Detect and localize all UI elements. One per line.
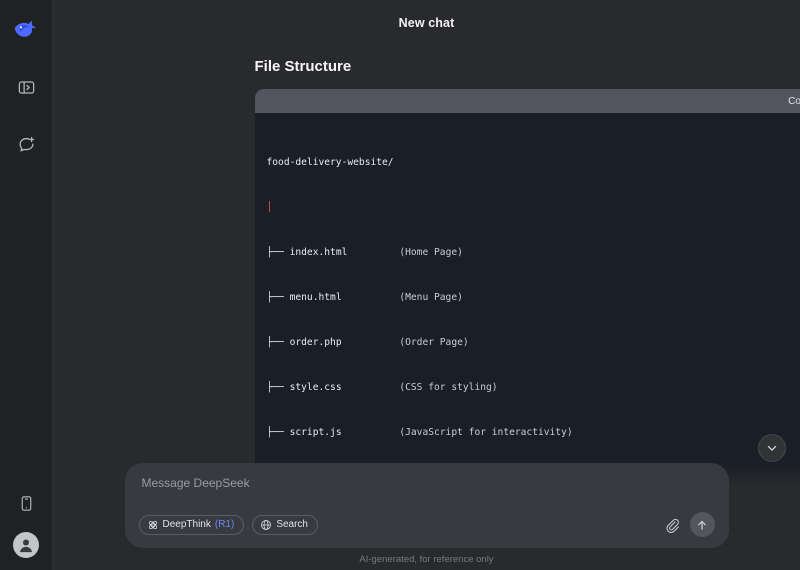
code-block-header: Copy [254, 89, 800, 113]
tree-filename: style.css [289, 382, 342, 393]
code-line: │ [255, 200, 800, 215]
tree-branch: ├── [266, 292, 284, 303]
message-input[interactable]: Message DeepSeek [139, 476, 715, 490]
deepseek-whale-logo[interactable] [10, 14, 42, 46]
tree-branch: ├── [266, 337, 284, 348]
user-avatar-icon[interactable] [13, 532, 39, 558]
tree-note: (Home Page) [347, 247, 463, 258]
section-title: File Structure [254, 58, 352, 75]
deepthink-badge: (R1) [214, 519, 235, 530]
send-button[interactable] [689, 512, 715, 537]
code-line: ├── script.js (JavaScript for interactiv… [255, 425, 800, 440]
code-line: ├── menu.html (Menu Page) [255, 290, 800, 305]
tree-filename: order.php [289, 337, 342, 348]
tree-note: (Order Page) [341, 337, 469, 348]
tree-root: food-delivery-website/ [266, 157, 394, 168]
page-title: New chat [398, 16, 455, 30]
composer-actions [664, 512, 715, 537]
tree-filename: script.js [289, 427, 342, 438]
copy-button[interactable]: Copy [788, 96, 800, 107]
globe-search-icon [260, 519, 272, 531]
deepthink-button[interactable]: DeepThink (R1) [138, 514, 245, 535]
top-bar: New chat [53, 0, 800, 46]
sidebar-expand-icon[interactable] [11, 72, 41, 102]
tree-filename: menu.html [289, 292, 342, 303]
tree-filename: index.html [289, 247, 348, 258]
sidebar-bottom-group [0, 488, 52, 558]
code-line: ├── style.css (CSS for styling) [255, 380, 800, 395]
code-line: food-delivery-website/ [255, 155, 800, 170]
message-composer[interactable]: Message DeepSeek DeepThink (R1) Search [124, 463, 729, 548]
composer-wrapper: Message DeepSeek DeepThink (R1) Search A… [53, 463, 800, 570]
tree-branch: ├── [266, 247, 284, 258]
tree-note: (CSS for styling) [341, 382, 498, 393]
composer-chips: DeepThink (R1) Search [138, 514, 318, 535]
tree-branch: ├── [266, 427, 284, 438]
search-button[interactable]: Search [252, 514, 318, 535]
scroll-to-bottom-button[interactable] [758, 434, 786, 462]
composer-toolbar: DeepThink (R1) Search [138, 512, 715, 537]
tree-note: (JavaScript for interactivity) [341, 427, 573, 438]
file-structure-code-block: Copy food-delivery-website/ │ ├── index.… [254, 89, 800, 525]
tree-branch: ├── [266, 382, 284, 393]
main-area: New chat File Structure Copy food-delive… [53, 0, 800, 570]
search-label: Search [276, 519, 308, 530]
code-line: ├── index.html (Home Page) [255, 245, 800, 260]
new-chat-icon[interactable] [11, 129, 41, 159]
code-line: ├── order.php (Order Page) [255, 335, 800, 350]
deepthink-label: DeepThink [162, 519, 211, 530]
footer-disclaimer: AI-generated, for reference only [359, 554, 494, 565]
mobile-app-icon[interactable] [11, 488, 41, 518]
attach-file-icon[interactable] [664, 517, 680, 533]
sidebar [0, 0, 53, 570]
deepthink-atom-icon [147, 519, 159, 531]
tree-pipe: │ [266, 202, 273, 213]
tree-note: (Menu Page) [341, 292, 463, 303]
